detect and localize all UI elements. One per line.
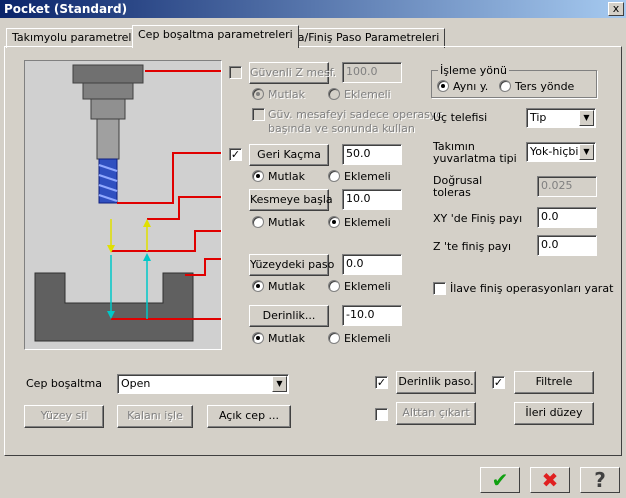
clearance-checkbox[interactable] (229, 66, 242, 79)
ok-button[interactable]: ✔ (480, 467, 520, 493)
clearance-start-end-label-1: Güv. mesafeyi sadece operasyc (268, 108, 443, 121)
conventional-label: Ters yönde (515, 80, 575, 93)
depth-input[interactable]: -10.0 (342, 305, 402, 326)
filter-button[interactable]: Filtrele (514, 371, 594, 394)
feed-plane-incremental-label: Eklemeli (344, 216, 391, 229)
linear-tolerance-label-2: toleras (433, 186, 471, 199)
cancel-button[interactable]: ✖ (530, 467, 570, 493)
question-icon: ? (594, 468, 606, 492)
depth-incremental-label: Eklemeli (344, 332, 391, 345)
roll-cutter-label-2: yuvarlatma tipi (433, 152, 517, 165)
feed-plane-input[interactable]: 10.0 (342, 189, 402, 210)
tab-toolpath-parameters[interactable]: Takımyolu parametreleri (6, 28, 152, 48)
advanced-button[interactable]: İleri düzey (514, 402, 594, 425)
clearance-input[interactable]: 100.0 (342, 62, 402, 83)
retract-incremental-label: Eklemeli (344, 170, 391, 183)
clearance-absolute-label: Mutlak (268, 88, 305, 101)
retract-absolute-radio[interactable] (252, 170, 264, 182)
depth-incremental-radio[interactable] (328, 332, 340, 344)
check-icon: ✔ (491, 468, 509, 492)
clearance-button[interactable]: Güvenli Z mesf. (249, 62, 336, 84)
feed-plane-absolute-radio[interactable] (252, 216, 264, 228)
top-of-stock-absolute-radio[interactable] (252, 280, 264, 292)
feed-plane-incremental-radio[interactable] (328, 216, 340, 228)
clearance-incremental-label: Eklemeli (344, 88, 391, 101)
depth-absolute-radio[interactable] (252, 332, 264, 344)
conventional-radio[interactable] (499, 80, 511, 92)
roll-cutter-value: Yok-hiçbiri (530, 145, 587, 158)
tab-label: Kaba/Finiş Paso Parametreleri (277, 31, 440, 44)
title-bar: Pocket (Standard) (0, 0, 626, 18)
retract-input[interactable]: 50.0 (342, 144, 402, 165)
chevron-down-icon[interactable]: ▼ (579, 144, 594, 160)
xy-stock-input[interactable]: 0.0 (537, 207, 597, 228)
tab-label: Cep boşaltma parametreleri (138, 28, 293, 41)
chevron-down-icon[interactable]: ▼ (579, 110, 594, 126)
z-stock-label: Z 'te finiş payı (433, 240, 512, 253)
xy-stock-label: XY 'de Finiş payı (433, 212, 523, 225)
tool-diagram-graphic (34, 64, 225, 342)
pocket-type-value: Open (121, 377, 151, 390)
feed-plane-button[interactable]: Kesmeye başla (249, 189, 333, 211)
x-icon: ✖ (541, 468, 559, 492)
top-of-stock-incremental-label: Eklemeli (344, 280, 391, 293)
chevron-down-icon[interactable]: ▼ (272, 376, 287, 392)
filter-checkbox[interactable]: ✓ (492, 376, 505, 389)
climb-radio[interactable] (437, 80, 449, 92)
extra-finish-label: İlave finiş operasyonları yarat (450, 282, 614, 295)
retract-button[interactable]: Geri Kaçma (249, 144, 329, 166)
open-pocket-button[interactable]: Açık cep ... (207, 405, 291, 428)
window-close-button[interactable]: x (608, 2, 624, 16)
linear-tolerance-input[interactable]: 0.025 (537, 176, 597, 197)
clearance-start-end-label-2: başında ve sonunda kullan (268, 122, 415, 135)
remachining-button[interactable]: Kalanı işle (117, 405, 193, 428)
retract-absolute-label: Mutlak (268, 170, 305, 183)
pocket-type-select[interactable]: Open ▼ (117, 374, 289, 394)
z-stock-input[interactable]: 0.0 (537, 235, 597, 256)
retract-checkbox[interactable]: ✓ (229, 148, 242, 161)
depth-absolute-label: Mutlak (268, 332, 305, 345)
feed-plane-absolute-label: Mutlak (268, 216, 305, 229)
clearance-start-end-checkbox[interactable] (252, 108, 265, 121)
extra-finish-checkbox[interactable] (433, 282, 446, 295)
roll-cutter-select[interactable]: Yok-hiçbiri ▼ (526, 142, 596, 162)
depth-cuts-button[interactable]: Derinlik paso. (396, 371, 476, 394)
island-facing-checkbox[interactable] (375, 408, 388, 421)
top-of-stock-button[interactable]: Yüzeydeki paso (249, 254, 334, 276)
climb-label: Aynı y. (453, 80, 489, 93)
clearance-incremental-radio[interactable] (328, 88, 340, 100)
tip-comp-label: Uç telefisi (433, 111, 488, 124)
facing-button[interactable]: Yüzey sil (24, 405, 104, 428)
island-facing-button[interactable]: Alttan çıkart (396, 402, 476, 425)
top-of-stock-input[interactable]: 0.0 (342, 254, 402, 275)
tip-comp-select[interactable]: Tip ▼ (526, 108, 596, 128)
height-parameters-diagram (24, 60, 225, 350)
retract-incremental-radio[interactable] (328, 170, 340, 182)
tip-comp-value: Tip (530, 111, 547, 124)
top-of-stock-absolute-label: Mutlak (268, 280, 305, 293)
tab-pocketing-parameters[interactable]: Cep boşaltma parametreleri (132, 25, 299, 48)
machining-direction-label: İşleme yönü (438, 64, 509, 77)
help-button[interactable]: ? (580, 467, 620, 493)
tab-label: Takımyolu parametreleri (12, 31, 146, 44)
top-of-stock-incremental-radio[interactable] (328, 280, 340, 292)
depth-button[interactable]: Derinlik... (249, 305, 329, 327)
depth-cuts-checkbox[interactable]: ✓ (375, 376, 388, 389)
window-title: Pocket (Standard) (4, 2, 128, 16)
clearance-absolute-radio[interactable] (252, 88, 264, 100)
pocket-type-label: Cep boşaltma (26, 377, 102, 390)
